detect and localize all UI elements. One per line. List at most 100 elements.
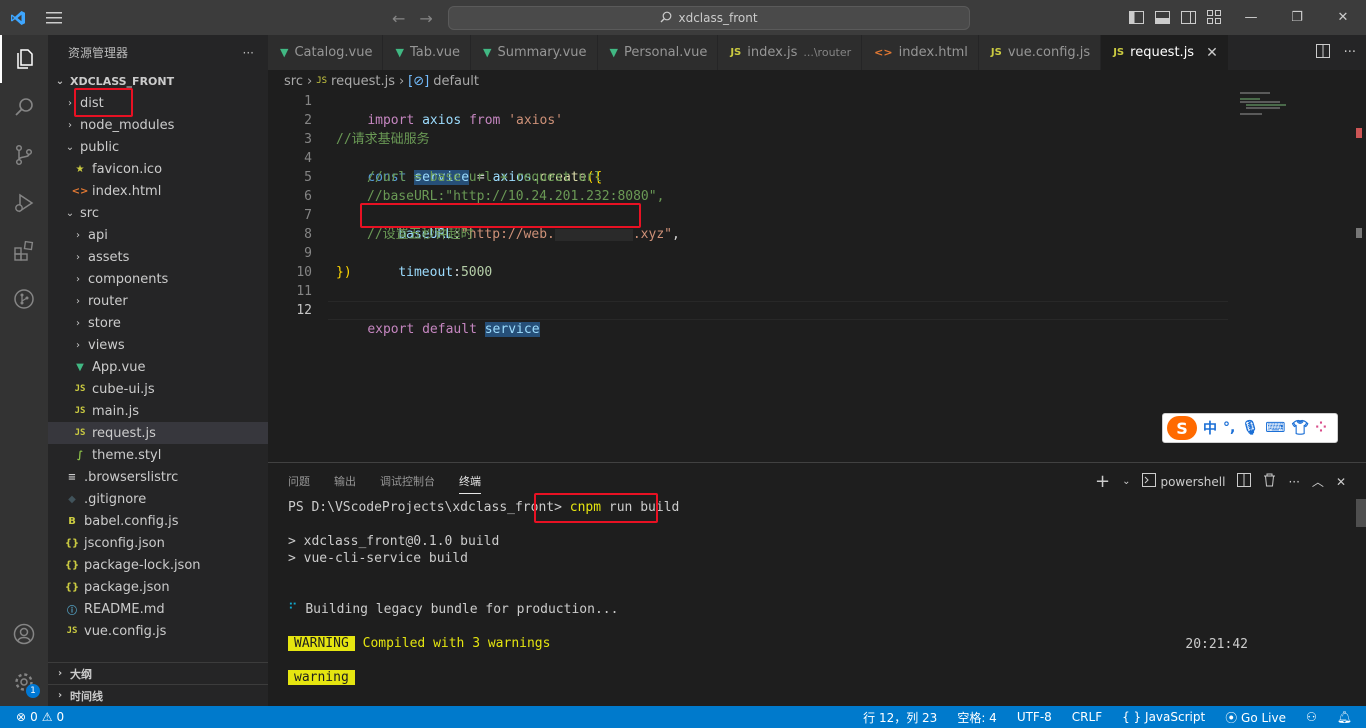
tab-problems[interactable]: 问题 xyxy=(288,473,310,489)
tree-item[interactable]: › assets xyxy=(48,246,268,268)
tree-item[interactable]: › node_modules xyxy=(48,114,268,136)
tree-item[interactable]: JS cube-ui.js xyxy=(48,378,268,400)
tree-item[interactable]: › store xyxy=(48,312,268,334)
breadcrumb-folder[interactable]: src xyxy=(284,74,303,89)
git-graph-icon[interactable] xyxy=(0,275,48,323)
tree-item[interactable]: ≡ .browserslistrc xyxy=(48,466,268,488)
ime-language[interactable]: 中 xyxy=(1203,418,1217,438)
editor-tabs: ▼ Catalog.vue ▼ Tab.vue ▼ Summary.vue ▼ Persona… xyxy=(268,35,1366,70)
close-window-icon[interactable]: ✕ xyxy=(1320,0,1366,35)
run-debug-icon[interactable] xyxy=(0,179,48,227)
tree-item[interactable]: ⌄ src xyxy=(48,202,268,224)
tab-list: ▼ Catalog.vue ▼ Tab.vue ▼ Summary.vue ▼ Persona… xyxy=(268,35,1229,70)
settings-gear-icon[interactable]: 1 xyxy=(0,658,48,706)
editor-tab[interactable]: <> index.html xyxy=(862,35,979,70)
go-live-button[interactable]: ⦿ Go Live xyxy=(1225,709,1286,726)
braces-icon: { } xyxy=(1122,710,1142,724)
terminal-selector[interactable]: powershell xyxy=(1142,473,1225,490)
chevron-right-icon: › xyxy=(68,119,72,131)
ime-toolbar[interactable]: S 中 °, 🎙︎ ⌨︎ 👕︎ ⁘ xyxy=(1162,413,1338,443)
code-editor[interactable]: 1 2 3 4 5 6 7 8 9 10 11 12 import axios from 'axios… xyxy=(268,92,1366,462)
tree-item[interactable]: › router xyxy=(48,290,268,312)
more-actions-icon[interactable]: ··· xyxy=(1288,475,1299,489)
apps-grid-icon[interactable]: ⁘ xyxy=(1315,420,1327,436)
split-terminal-icon[interactable] xyxy=(1237,473,1252,490)
terminal-scrollbar[interactable] xyxy=(1356,499,1366,527)
window-controls: — ❐ ✕ xyxy=(1228,0,1366,35)
customize-layout-icon[interactable] xyxy=(1206,8,1222,26)
source-control-icon[interactable] xyxy=(0,131,48,179)
minimize-icon[interactable]: — xyxy=(1228,0,1274,35)
more-actions-icon[interactable]: ··· xyxy=(243,46,254,60)
tree-item[interactable]: › components xyxy=(48,268,268,290)
editor-tab[interactable]: ▼ Personal.vue xyxy=(597,35,719,70)
close-tab-icon[interactable]: ✕ xyxy=(1206,45,1218,61)
tree-item[interactable]: JS vue.config.js xyxy=(48,620,268,642)
tree-item[interactable]: ◆ .gitignore xyxy=(48,488,268,510)
back-arrow-icon[interactable]: ← xyxy=(392,9,405,28)
keyboard-icon[interactable]: ⌨︎ xyxy=(1265,420,1285,436)
terminal-warning-line: warning xyxy=(288,670,355,685)
tab-output[interactable]: 输出 xyxy=(334,473,356,489)
breadcrumb-file[interactable]: request.js xyxy=(331,74,395,89)
tree-item[interactable]: › api xyxy=(48,224,268,246)
tree-item[interactable]: › views xyxy=(48,334,268,356)
vue-file-icon: ▼ xyxy=(395,46,404,59)
chevron-down-icon[interactable]: ⌄ xyxy=(1122,476,1130,487)
breadcrumb-symbol[interactable]: default xyxy=(433,74,479,89)
split-editor-icon[interactable] xyxy=(1315,43,1330,62)
editor-tab[interactable]: ▼ Tab.vue xyxy=(383,35,472,70)
cursor-position[interactable]: 行 12，列 23 xyxy=(863,709,937,726)
language-mode[interactable]: { } JavaScript xyxy=(1122,710,1205,724)
minimap[interactable] xyxy=(1238,92,1358,132)
microphone-icon[interactable]: 🎙︎ xyxy=(1241,420,1259,436)
tree-item[interactable]: ★ favicon.ico xyxy=(48,158,268,180)
tree-item[interactable]: JS request.js xyxy=(48,422,268,444)
skin-shirt-icon[interactable]: 👕︎ xyxy=(1291,420,1309,436)
editor-tab[interactable]: JS vue.config.js xyxy=(978,35,1102,70)
tree-item[interactable]: {} jsconfig.json xyxy=(48,532,268,554)
trash-icon[interactable] xyxy=(1263,473,1276,490)
tab-debug-console[interactable]: 调试控制台 xyxy=(380,473,435,489)
tree-item[interactable]: Bbabel.config.js xyxy=(48,510,268,532)
tab-terminal[interactable]: 终端 xyxy=(459,473,481,494)
tree-item[interactable]: {} package.json xyxy=(48,576,268,598)
restore-icon[interactable]: ❐ xyxy=(1274,0,1320,35)
new-terminal-icon[interactable]: + xyxy=(1095,471,1110,492)
editor-tab[interactable]: ▼ Catalog.vue xyxy=(268,35,384,70)
extensions-icon[interactable] xyxy=(0,227,48,275)
feedback-icon[interactable]: ⚇ xyxy=(1306,710,1317,724)
maximize-panel-icon[interactable]: ︿ xyxy=(1312,473,1324,490)
tree-item[interactable]: <> index.html xyxy=(48,180,268,202)
ime-punctuation[interactable]: °, xyxy=(1223,420,1235,436)
problems-indicator[interactable]: ⊗ 0 ⚠︎ 0 xyxy=(0,710,64,724)
forward-arrow-icon[interactable]: → xyxy=(419,9,432,28)
close-panel-icon[interactable]: ✕ xyxy=(1336,475,1346,489)
gutter-line: 5 xyxy=(268,168,312,187)
tree-item[interactable]: ∫ theme.styl xyxy=(48,444,268,466)
explorer-icon[interactable] xyxy=(0,35,48,83)
tree-item[interactable]: {} package-lock.json xyxy=(48,554,268,576)
accounts-icon[interactable] xyxy=(0,610,48,658)
line-ending[interactable]: CRLF xyxy=(1072,710,1102,724)
toggle-panel-icon[interactable] xyxy=(1154,8,1170,26)
json-file-icon: {} xyxy=(64,537,80,549)
tree-item[interactable]: ⓘ README.md xyxy=(48,598,268,620)
editor-tab[interactable]: JS index.js ...\router xyxy=(718,35,863,70)
tree-item[interactable]: ⌄ public xyxy=(48,136,268,158)
more-actions-icon[interactable]: ··· xyxy=(1344,45,1356,60)
toggle-secondary-sidebar-icon[interactable] xyxy=(1180,8,1196,26)
editor-tab[interactable]: ▼ Summary.vue xyxy=(471,35,598,70)
command-center-search[interactable]: xdclass_front xyxy=(448,6,970,30)
timeline-section[interactable]: › 时间线 xyxy=(48,684,268,706)
notifications-bell-icon[interactable]: 🔔︎ xyxy=(1337,710,1352,724)
encoding[interactable]: UTF-8 xyxy=(1017,710,1052,724)
search-view-icon[interactable] xyxy=(0,83,48,131)
editor-tab[interactable]: JS request.js ✕ xyxy=(1101,35,1229,70)
outline-section[interactable]: › 大纲 xyxy=(48,662,268,684)
tree-item[interactable]: ▼ App.vue xyxy=(48,356,268,378)
tree-item[interactable]: JS main.js xyxy=(48,400,268,422)
toggle-sidebar-icon[interactable] xyxy=(1128,8,1144,26)
menu-icon[interactable] xyxy=(35,0,73,35)
indentation[interactable]: 空格: 4 xyxy=(957,709,997,726)
